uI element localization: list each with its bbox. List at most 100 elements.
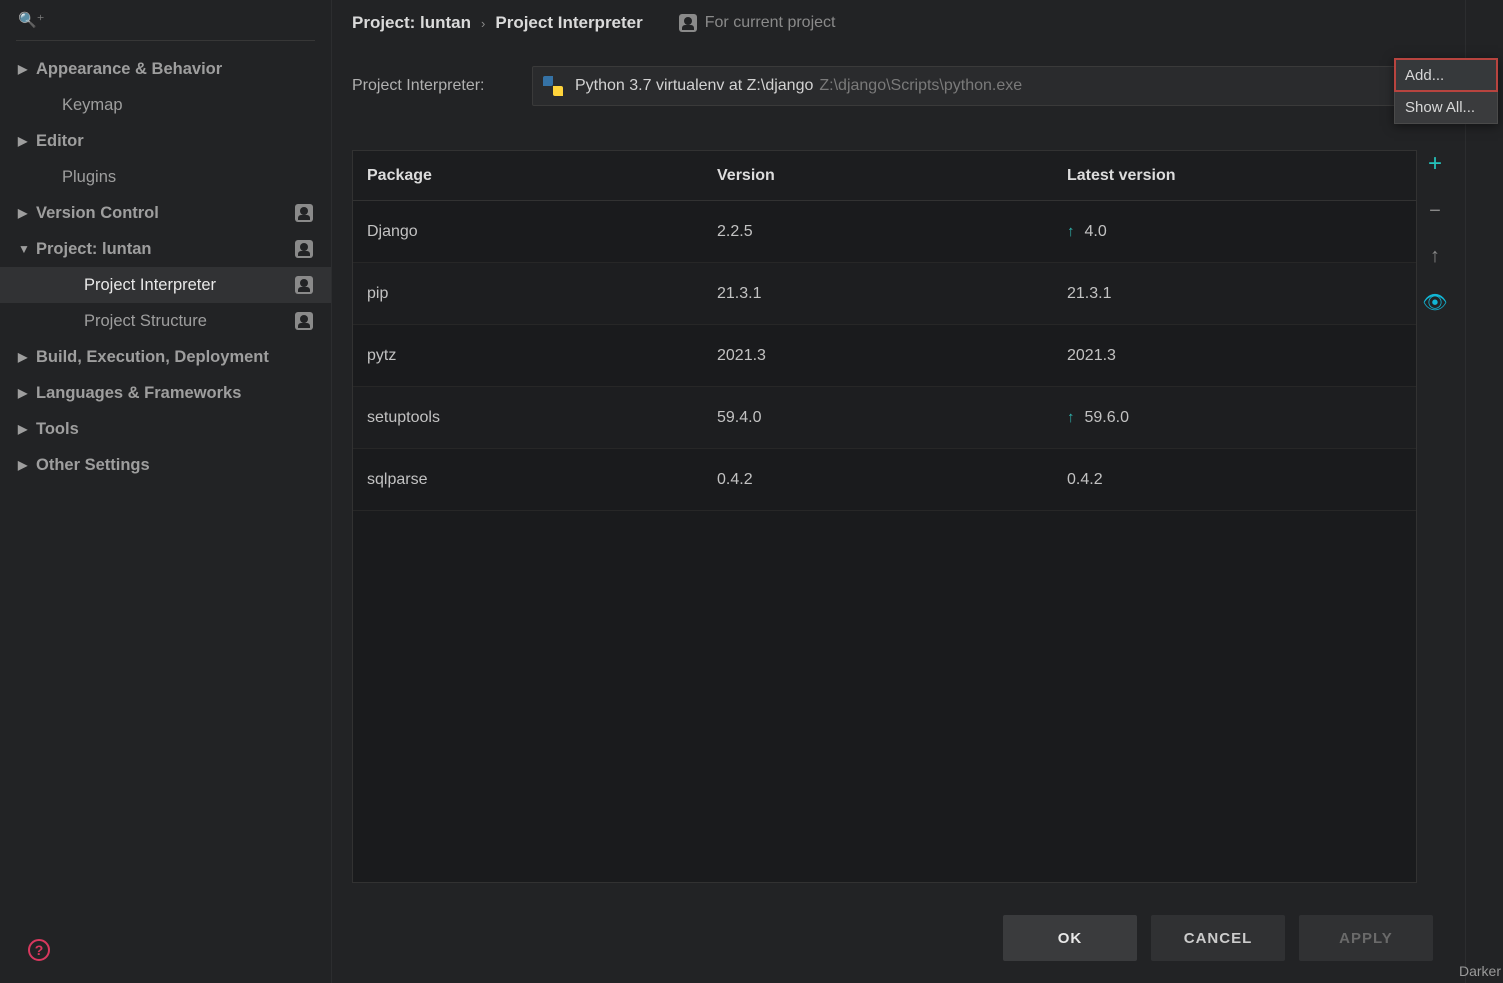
main-panel: Project: luntan › Project Interpreter Fo…: [332, 0, 1465, 983]
scope-text: For current project: [705, 14, 836, 32]
crumb-project[interactable]: Project: luntan: [352, 13, 471, 33]
sidebar-item-version-control[interactable]: ▶Version Control: [0, 195, 331, 231]
apply-button[interactable]: APPLY: [1299, 915, 1433, 961]
cell-latest: 21.3.1: [1053, 285, 1416, 303]
sidebar-item-project-interpreter[interactable]: Project Interpreter: [0, 267, 331, 303]
sidebar-item-project-luntan[interactable]: ▼Project: luntan: [0, 231, 331, 267]
tree-label: Languages & Frameworks: [36, 384, 241, 403]
tree-label: Editor: [36, 132, 84, 151]
cell-version: 59.4.0: [703, 409, 1053, 427]
col-package[interactable]: Package: [353, 167, 703, 185]
search-icon: 🔍⁺: [18, 11, 45, 29]
tree-label: Other Settings: [36, 456, 150, 475]
sidebar-item-editor[interactable]: ▶Editor: [0, 123, 331, 159]
cell-version: 2021.3: [703, 347, 1053, 365]
sidebar-search[interactable]: 🔍⁺: [0, 0, 331, 40]
person-icon: [295, 312, 313, 330]
person-icon: [295, 204, 313, 222]
add-package-icon[interactable]: +: [1428, 150, 1442, 178]
sidebar-item-appearance-behavior[interactable]: ▶Appearance & Behavior: [0, 51, 331, 87]
table-header: Package Version Latest version: [353, 151, 1416, 201]
sidebar-divider: [16, 40, 315, 41]
packages-table: Package Version Latest version Django2.2…: [352, 150, 1417, 883]
package-row[interactable]: pip21.3.121.3.1: [353, 263, 1416, 325]
tree-label: Project: luntan: [36, 240, 152, 259]
cell-version: 0.4.2: [703, 471, 1053, 489]
latest-value: 0.4.2: [1067, 471, 1103, 489]
right-edge: [1465, 0, 1503, 983]
tree-arrow-icon: ▶: [18, 62, 36, 76]
settings-tree: ▶Appearance & BehaviorKeymap▶EditorPlugi…: [0, 47, 331, 483]
chevron-right-icon: ›: [481, 16, 485, 31]
show-early-releases-icon[interactable]: 👁: [1422, 290, 1447, 315]
ok-button[interactable]: OK: [1003, 915, 1137, 961]
tree-arrow-icon: ▶: [18, 350, 36, 364]
cell-package: sqlparse: [353, 471, 703, 489]
upgrade-package-icon[interactable]: ↑: [1430, 245, 1440, 268]
sidebar-item-build-execution-deployment[interactable]: ▶Build, Execution, Deployment: [0, 339, 331, 375]
upgrade-arrow-icon: ↑: [1067, 409, 1075, 426]
cell-version: 2.2.5: [703, 223, 1053, 241]
sidebar-item-project-structure[interactable]: Project Structure: [0, 303, 331, 339]
latest-value: 4.0: [1085, 223, 1107, 241]
cell-latest: 0.4.2: [1053, 471, 1416, 489]
tree-label: Tools: [36, 420, 79, 439]
tree-label: Project Interpreter: [84, 276, 216, 295]
latest-value: 21.3.1: [1067, 285, 1111, 303]
dialog-buttons: OK CANCEL APPLY: [1003, 915, 1433, 961]
tree-label: Project Structure: [84, 312, 207, 331]
person-icon: [295, 276, 313, 294]
interpreter-gear-popup: Add... Show All...: [1394, 58, 1498, 124]
interpreter-row: Project Interpreter: Python 3.7 virtuale…: [332, 46, 1465, 106]
sidebar-item-tools[interactable]: ▶Tools: [0, 411, 331, 447]
interpreter-path: Z:\django\Scripts\python.exe: [819, 77, 1022, 95]
cancel-button[interactable]: CANCEL: [1151, 915, 1285, 961]
col-version[interactable]: Version: [703, 167, 1053, 185]
tree-arrow-icon: ▶: [18, 134, 36, 148]
latest-value: 59.6.0: [1085, 409, 1129, 427]
cell-latest: ↑ 59.6.0: [1053, 409, 1416, 427]
package-row[interactable]: Django2.2.5↑4.0: [353, 201, 1416, 263]
cell-package: pytz: [353, 347, 703, 365]
remove-package-icon[interactable]: −: [1429, 200, 1441, 223]
cell-version: 21.3.1: [703, 285, 1053, 303]
cell-latest: 2021.3: [1053, 347, 1416, 365]
col-latest[interactable]: Latest version: [1053, 167, 1416, 185]
package-row[interactable]: pytz2021.32021.3: [353, 325, 1416, 387]
tree-label: Keymap: [62, 96, 123, 115]
cell-latest: ↑ 4.0: [1053, 223, 1416, 241]
cell-package: setuptools: [353, 409, 703, 427]
cell-package: pip: [353, 285, 703, 303]
tree-label: Build, Execution, Deployment: [36, 348, 269, 367]
package-row[interactable]: setuptools59.4.0 ↑ 59.6.0: [353, 387, 1416, 449]
person-icon: [679, 14, 697, 32]
sidebar-item-keymap[interactable]: Keymap: [0, 87, 331, 123]
sidebar-item-plugins[interactable]: Plugins: [0, 159, 331, 195]
latest-value: 2021.3: [1067, 347, 1116, 365]
interpreter-dropdown[interactable]: Python 3.7 virtualenv at Z:\django Z:\dj…: [532, 66, 1445, 106]
popup-show-all[interactable]: Show All...: [1395, 91, 1497, 123]
tree-arrow-icon: ▶: [18, 206, 36, 220]
sidebar-item-languages-frameworks[interactable]: ▶Languages & Frameworks: [0, 375, 331, 411]
interpreter-label: Project Interpreter:: [352, 77, 532, 95]
tree-arrow-icon: ▼: [18, 242, 36, 256]
popup-add[interactable]: Add...: [1395, 59, 1497, 91]
python-icon: [543, 76, 563, 96]
scope-label: For current project: [679, 14, 836, 32]
tree-arrow-icon: ▶: [18, 386, 36, 400]
tree-label: Version Control: [36, 204, 159, 223]
interpreter-name: Python 3.7 virtualenv at Z:\django: [575, 77, 813, 95]
breadcrumb: Project: luntan › Project Interpreter Fo…: [332, 0, 1465, 46]
package-toolbar: + − ↑ 👁: [1419, 150, 1451, 315]
person-icon: [295, 240, 313, 258]
tree-label: Appearance & Behavior: [36, 60, 222, 79]
table-body: Django2.2.5↑4.0pip21.3.121.3.1pytz2021.3…: [353, 201, 1416, 511]
sidebar-item-other-settings[interactable]: ▶Other Settings: [0, 447, 331, 483]
settings-sidebar: 🔍⁺ ▶Appearance & BehaviorKeymap▶EditorPl…: [0, 0, 332, 983]
upgrade-arrow-icon: ↑: [1067, 223, 1075, 240]
package-row[interactable]: sqlparse0.4.20.4.2: [353, 449, 1416, 511]
crumb-interpreter: Project Interpreter: [495, 13, 642, 33]
tree-arrow-icon: ▶: [18, 422, 36, 436]
theme-label: Darker: [1459, 963, 1501, 979]
help-icon[interactable]: ?: [28, 939, 50, 961]
